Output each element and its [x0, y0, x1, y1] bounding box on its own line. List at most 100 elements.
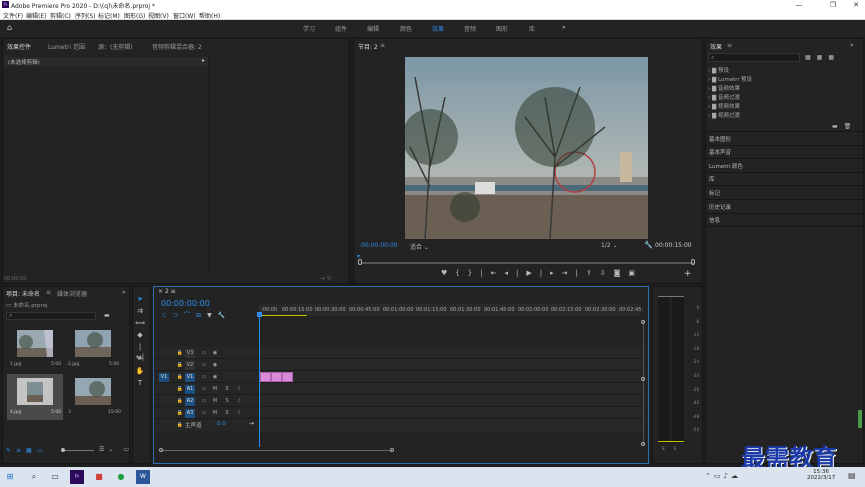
tab-project[interactable]: 项目: 未命名 [6, 289, 40, 298]
go-to-out-icon[interactable]: ⇥| [562, 269, 586, 277]
section-essential-graphics[interactable]: 基本图形 [709, 135, 731, 143]
effects-search-input[interactable]: ⌕ [708, 53, 800, 62]
project-item-2[interactable]: 2.jpg 5:00 [65, 326, 121, 372]
effects-item-video-effects[interactable]: › ▇ 视频效果 [708, 102, 740, 110]
task-view-icon[interactable]: ▭ [48, 470, 62, 484]
project-view-controls[interactable]: ✎≡▦▭ [6, 447, 47, 454]
extract-icon[interactable]: ⇩ [600, 269, 614, 277]
workspace-audio[interactable]: 音频 [464, 24, 476, 33]
timeline-timecode[interactable]: 00:00:00:00 [161, 299, 210, 308]
clip-2[interactable] [271, 372, 282, 382]
scrubber-handle-right[interactable] [691, 259, 695, 265]
lift-icon[interactable]: ⇪ [586, 269, 600, 277]
playhead-line[interactable] [259, 316, 260, 447]
selection-tool-icon[interactable]: ➤ [135, 294, 145, 304]
app-taskbar-icon[interactable]: ■ [92, 470, 106, 484]
scroll-handle-bottom[interactable] [641, 442, 645, 446]
lock-icon[interactable]: 🔒 [175, 361, 185, 370]
more-icon[interactable]: » [850, 42, 854, 49]
project-item-1[interactable]: 1.jpg 5:00 [7, 326, 63, 372]
premiere-taskbar-icon[interactable]: Pr [70, 470, 84, 484]
clip-1[interactable] [260, 372, 271, 382]
section-markers[interactable]: 标记 [709, 189, 720, 197]
lock-icon[interactable]: 🔒 [175, 409, 185, 418]
close-icon[interactable]: ✕ [843, 0, 865, 10]
menu-sequence[interactable]: 序列(S) [75, 11, 96, 20]
word-taskbar-icon[interactable]: W [136, 470, 150, 484]
new-bin-icon[interactable]: ▬ [104, 312, 110, 319]
mark-out-icon[interactable]: } [468, 269, 480, 277]
work-area-bar[interactable] [259, 315, 307, 316]
scrubber-handle-left[interactable] [358, 259, 362, 265]
section-lumetri-color[interactable]: Lumetri 颜色 [709, 162, 743, 170]
effects-filter-icons[interactable]: ▦▦▦ [805, 54, 840, 61]
program-scrubber[interactable] [361, 262, 694, 264]
lock-icon[interactable]: 🔒 [175, 385, 185, 394]
track-label[interactable]: V3 [185, 349, 195, 358]
sync-lock-icon[interactable]: ▭ [199, 373, 209, 382]
add-button-icon[interactable]: + [684, 269, 692, 279]
hand-tool-icon[interactable]: ✋ [135, 366, 145, 376]
scroll-handle-top[interactable] [641, 320, 645, 324]
menu-file[interactable]: 文件(F) [3, 11, 23, 20]
windows-start-icon[interactable]: ⊞ [3, 470, 17, 484]
export-icon[interactable]: ⇥ ⚲ [320, 275, 331, 282]
sort-icons[interactable]: ☰⌄ ▭ [99, 446, 133, 453]
mute-button[interactable]: M [210, 409, 220, 418]
track-label[interactable]: V2 [185, 361, 195, 370]
mute-button[interactable]: M [210, 385, 220, 394]
tab-source[interactable]: 源：(无剪辑) [98, 42, 133, 51]
track-select-tool-icon[interactable]: ⇉ [135, 306, 145, 316]
step-forward-icon[interactable]: |▸ [540, 269, 562, 277]
sync-lock-icon[interactable]: ▭ [199, 349, 209, 358]
clock[interactable]: 15:36 2022/3/17 [807, 469, 835, 481]
track-label[interactable]: A1 [185, 385, 195, 394]
new-bin-delete-icons[interactable]: ▬🗑 [832, 123, 857, 130]
tab-lumetri-scopes[interactable]: Lumetri 范围 [48, 42, 85, 51]
mute-button[interactable]: M [210, 397, 220, 406]
playhead-marker[interactable] [257, 312, 262, 317]
effects-item-audio-effects[interactable]: › ▇ 音频效果 [708, 84, 740, 92]
go-to-end-icon[interactable]: ⇥ [249, 420, 254, 427]
expand-icon[interactable]: ▸ [202, 57, 205, 64]
menu-edit[interactable]: 编辑(E) [26, 11, 46, 20]
notification-icon[interactable]: ▤ [848, 471, 856, 480]
mic-icon[interactable]: ♪ [234, 385, 244, 394]
lock-icon[interactable]: 🔒 [175, 397, 185, 406]
meter-solo-buttons[interactable]: SS [662, 446, 685, 451]
workspace-effects[interactable]: 效果 [432, 24, 444, 33]
effects-item-video-transitions[interactable]: › ▇ 视频过渡 [708, 111, 740, 119]
effects-item-audio-transitions[interactable]: › ▇ 音频过渡 [708, 93, 740, 101]
ripple-edit-tool-icon[interactable]: ⟺ [135, 318, 145, 328]
add-marker-icon[interactable]: ♥ [441, 269, 455, 277]
solo-right[interactable]: S [674, 446, 686, 451]
mic-icon[interactable]: ♪ [234, 397, 244, 406]
quality-dropdown[interactable]: 1/2 ⌄ [601, 242, 618, 249]
tab-effect-controls[interactable]: 效果控件 [7, 42, 31, 51]
home-icon[interactable]: ⌂ [7, 23, 17, 33]
solo-left[interactable]: S [662, 446, 674, 451]
mic-icon[interactable]: ♪ [234, 409, 244, 418]
workspace-libraries[interactable]: 库 [529, 24, 535, 33]
track-label[interactable]: A3 [185, 409, 195, 418]
menu-graphics[interactable]: 图形(G) [124, 11, 145, 20]
slip-tool-icon[interactable]: |↔| [135, 342, 145, 361]
sync-lock-icon[interactable]: ▭ [199, 409, 209, 418]
menu-window[interactable]: 窗口(W) [173, 11, 196, 20]
step-back-icon[interactable]: ◂| [504, 269, 526, 277]
minimize-icon[interactable]: — [786, 0, 812, 10]
solo-button[interactable]: S [222, 385, 232, 394]
source-patch-v1[interactable]: V1 [159, 373, 169, 382]
go-to-in-icon[interactable]: |⇤ [480, 269, 504, 277]
eye-icon[interactable]: ◉ [210, 349, 220, 358]
browser-taskbar-icon[interactable]: ● [114, 470, 128, 484]
lock-icon[interactable]: 🔒 [175, 373, 185, 382]
project-menu-icon[interactable]: ≡ [46, 289, 51, 296]
master-volume[interactable]: 0.0 [217, 421, 226, 427]
workspace-assembly[interactable]: 组件 [335, 24, 347, 33]
razor-tool-icon[interactable]: ◆ [135, 330, 145, 340]
system-tray-icons[interactable]: ⌃▭♪☁ [705, 472, 741, 480]
effects-item-lumetri-presets[interactable]: › ▇ Lumetri 预设 [708, 75, 752, 83]
timeline-toolbar[interactable]: ⊂⊃⌒⊞▼🔧 [162, 310, 231, 319]
workspace-color[interactable]: 颜色 [400, 24, 412, 33]
